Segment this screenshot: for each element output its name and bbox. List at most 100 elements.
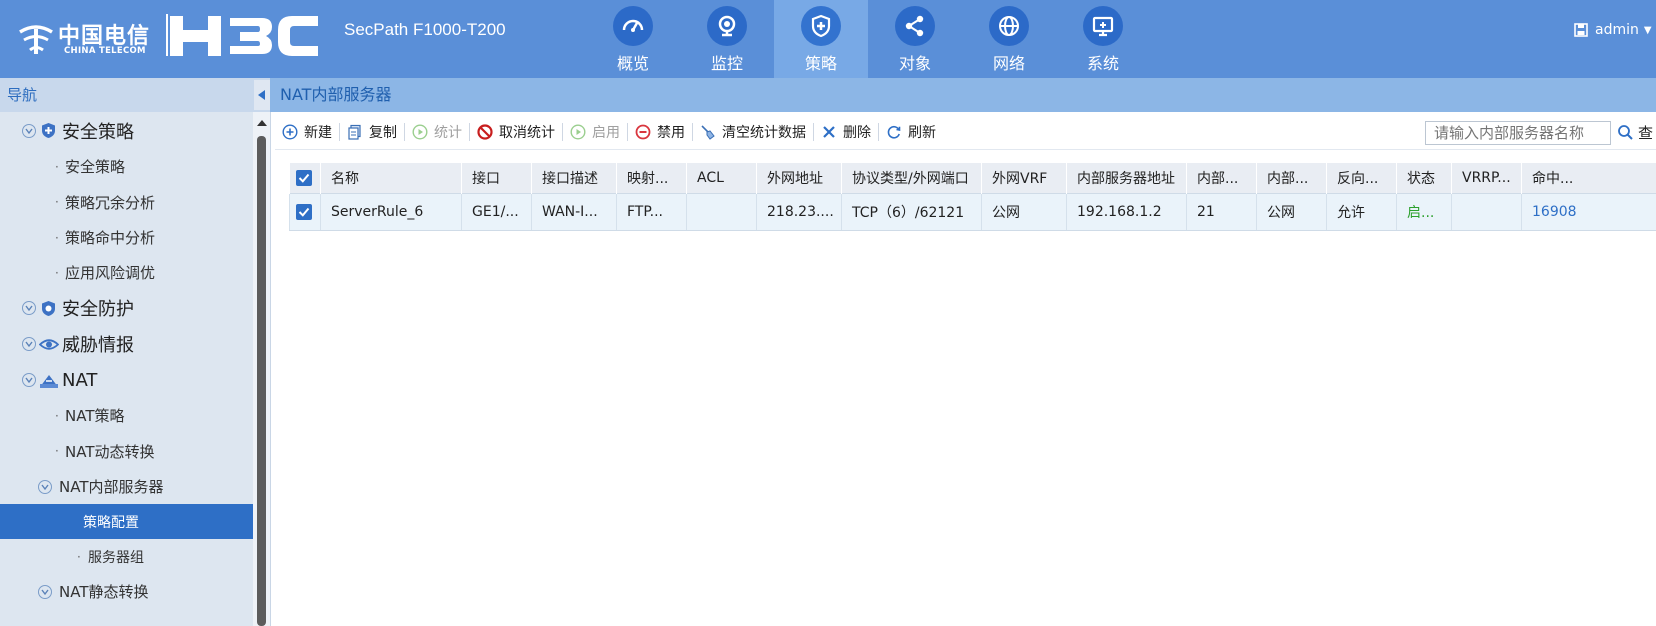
sidebar-item-nat[interactable]: NAT	[0, 362, 253, 398]
chevron-left-icon	[258, 90, 265, 100]
select-all-checkbox[interactable]	[289, 163, 321, 193]
column-header[interactable]: 接口	[461, 163, 532, 193]
column-header[interactable]: 反向...	[1326, 163, 1397, 193]
column-header[interactable]: 外网VRF	[981, 163, 1067, 193]
broom-icon	[701, 125, 715, 140]
cell-interface: GE1/...	[461, 192, 532, 231]
nav-system[interactable]: 系统	[1056, 0, 1150, 78]
clear-stats-label: 清空统计数据	[722, 125, 806, 141]
sidebar-item-redundancy-analysis[interactable]: · 策略冗余分析	[0, 184, 253, 220]
sidebar-item-app-risk-tuning[interactable]: · 应用风险调优	[0, 255, 253, 290]
nav-policy-label: 策略	[804, 54, 837, 73]
nav-monitor[interactable]: 监控	[680, 0, 774, 78]
camera-icon	[707, 6, 747, 46]
cell-hits[interactable]: 16908	[1521, 192, 1656, 231]
column-header[interactable]: 内部...	[1186, 163, 1257, 193]
column-header[interactable]: ACL	[686, 163, 757, 193]
chevron-down-icon[interactable]	[22, 337, 36, 351]
page-title: NAT内部服务器	[270, 78, 1656, 112]
sidebar-item-security-policy[interactable]: 安全策略	[0, 112, 253, 149]
sidebar-item-security-policy-list[interactable]: · 安全策略	[0, 149, 253, 184]
cell-internal-vrf: 公网	[1256, 192, 1327, 231]
minus-circle-icon	[635, 124, 651, 140]
table-row[interactable]: ServerRule_6 GE1/... WAN-I... FTP... 218…	[289, 192, 1656, 231]
column-header[interactable]: 状态	[1396, 163, 1452, 193]
refresh-button[interactable]: 刷新	[879, 119, 943, 145]
sidebar-item-label: 应用风险调优	[65, 264, 156, 282]
nav-overview[interactable]: 概览	[586, 0, 680, 78]
nav-overview-label: 概览	[616, 54, 649, 73]
checkbox-checked-icon	[296, 169, 312, 186]
sidebar-item-label: NAT动态转换	[65, 442, 155, 461]
refresh-label: 刷新	[908, 125, 936, 141]
cancel-stats-button[interactable]: 取消统计	[470, 119, 562, 145]
cell-reverse: 允许	[1326, 192, 1397, 231]
column-header[interactable]: 接口描述	[531, 163, 617, 193]
cell-interface-desc: WAN-I...	[531, 192, 617, 231]
cell-internal-port: 21	[1186, 192, 1257, 231]
nav-system-label: 系统	[1086, 54, 1119, 73]
row-checkbox[interactable]	[289, 192, 321, 231]
chevron-down-icon[interactable]	[38, 479, 52, 494]
column-header[interactable]: 内部服务器地址	[1066, 163, 1187, 193]
chevron-down-icon[interactable]	[38, 584, 52, 599]
sidebar-item-nat-policy[interactable]: · NAT策略	[0, 398, 253, 433]
nav-network[interactable]: 网络	[962, 0, 1056, 78]
column-header[interactable]: 名称	[320, 163, 462, 193]
sidebar-item-label: NAT内部服务器	[59, 478, 164, 496]
nav-object[interactable]: 对象	[868, 0, 962, 78]
china-telecom-emblem-icon	[19, 25, 53, 54]
column-header[interactable]: 外网地址	[756, 163, 842, 193]
user-menu[interactable]: admin ▼	[1574, 22, 1652, 38]
column-header[interactable]: VRRP...	[1451, 163, 1522, 193]
sidebar-item-label: 策略命中分析	[65, 229, 156, 247]
stats-label: 统计	[434, 125, 462, 141]
scrollbar-thumb[interactable]	[257, 136, 266, 626]
bullet-icon: ·	[55, 159, 59, 174]
column-header[interactable]: 内部...	[1256, 163, 1327, 193]
sidebar-item-security-protection[interactable]: 安全防护	[0, 290, 253, 326]
sidebar-item-policy-config[interactable]: 策略配置	[0, 504, 253, 539]
dashboard-icon	[613, 6, 653, 46]
column-header[interactable]: 命中...	[1521, 163, 1656, 193]
delete-button[interactable]: 删除	[814, 119, 878, 145]
new-button[interactable]: 新建	[275, 119, 339, 145]
cell-vrrp	[1451, 192, 1522, 231]
clear-stats-button[interactable]: 清空统计数据	[693, 119, 813, 145]
sidebar-item-nat-internal-server[interactable]: NAT内部服务器	[0, 469, 253, 504]
delete-label: 删除	[843, 125, 871, 141]
nav-monitor-label: 监控	[710, 54, 743, 73]
sidebar-item-hit-analysis[interactable]: · 策略命中分析	[0, 220, 253, 255]
copy-label: 复制	[369, 125, 397, 141]
bullet-icon: ·	[55, 230, 59, 245]
enable-button[interactable]: 启用	[563, 119, 627, 145]
sidebar-item-server-group[interactable]: · 服务器组	[0, 539, 253, 574]
nav-policy[interactable]: 策略	[774, 0, 868, 78]
column-header[interactable]: 协议类型/外网端口	[841, 163, 982, 193]
search-button[interactable]: 查	[1617, 122, 1653, 143]
product-name: SecPath F1000-T200	[344, 20, 506, 39]
share-icon	[895, 6, 935, 46]
scroll-up-icon[interactable]	[257, 120, 267, 126]
search-input[interactable]	[1425, 121, 1611, 145]
h3c-logo	[170, 16, 318, 56]
disable-button[interactable]: 禁用	[628, 119, 692, 145]
sidebar-scrollbar[interactable]	[253, 112, 270, 626]
table-header-row: 名称 接口 接口描述 映射... ACL 外网地址 协议类型/外网端口 外网VR…	[289, 163, 1656, 193]
sidebar-item-label: NAT策略	[65, 407, 125, 425]
plus-circle-icon	[282, 124, 298, 140]
chevron-down-icon[interactable]	[22, 123, 36, 138]
server-table: 名称 接口 接口描述 映射... ACL 外网地址 协议类型/外网端口 外网VR…	[289, 163, 1656, 231]
sidebar-item-threat-intel[interactable]: 威胁情报	[0, 326, 253, 362]
stats-button[interactable]: 统计	[405, 119, 469, 145]
collapse-sidebar-button[interactable]	[254, 80, 270, 110]
chevron-down-icon[interactable]	[22, 373, 36, 387]
sidebar-item-label: 策略冗余分析	[65, 193, 156, 212]
cell-mapping: FTP...	[616, 192, 687, 231]
sidebar-item-label: 服务器组	[88, 549, 144, 566]
chevron-down-icon[interactable]	[22, 301, 36, 315]
sidebar-item-nat-static[interactable]: NAT静态转换	[0, 574, 253, 609]
copy-button[interactable]: 复制	[340, 119, 404, 145]
column-header[interactable]: 映射...	[616, 163, 687, 193]
sidebar-item-nat-dynamic[interactable]: · NAT动态转换	[0, 433, 253, 469]
